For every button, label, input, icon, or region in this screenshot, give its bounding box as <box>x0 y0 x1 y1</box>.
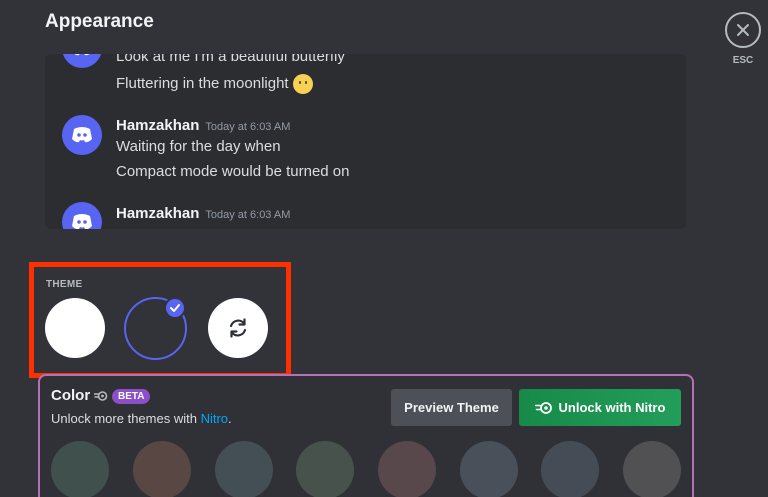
check-icon <box>164 297 186 319</box>
sync-icon <box>229 318 247 338</box>
discord-logo-icon <box>72 127 92 143</box>
message-header: Hamzakhan Today at 6:03 AM <box>116 205 290 223</box>
preview-theme-button[interactable]: Preview Theme <box>391 389 512 426</box>
close-button[interactable] <box>725 12 761 48</box>
color-subtitle-suffix: . <box>228 411 232 426</box>
message-line: Compact mode would be turned on <box>116 163 350 180</box>
color-swatch[interactable] <box>215 441 273 497</box>
author-name: Hamzakhan <box>116 117 200 134</box>
color-swatch[interactable] <box>460 441 518 497</box>
esc-label: ESC <box>732 55 754 66</box>
message-line: Waiting for the day when <box>116 138 281 155</box>
message-preview: Look at me I'm a beautiful butterfly Flu… <box>45 54 686 229</box>
smile-emoji-icon <box>292 74 313 94</box>
theme-light-option[interactable] <box>45 298 105 358</box>
unlock-button-label: Unlock with Nitro <box>558 400 666 415</box>
unlock-with-nitro-button[interactable]: Unlock with Nitro <box>519 389 681 426</box>
message-line-with-emoji: Fluttering in the moonlight <box>116 74 313 94</box>
nitro-icon <box>534 401 552 414</box>
nitro-link[interactable]: Nitro <box>201 411 228 426</box>
close-icon <box>737 24 749 36</box>
color-swatch[interactable] <box>51 441 109 497</box>
message-text: Fluttering in the moonlight <box>116 74 289 92</box>
color-swatch[interactable] <box>541 441 599 497</box>
color-swatch[interactable] <box>133 441 191 497</box>
color-swatch[interactable] <box>623 441 681 497</box>
message-timestamp: Today at 6:03 AM <box>205 121 291 133</box>
avatar <box>62 54 102 68</box>
message-timestamp: Today at 6:03 AM <box>205 209 291 221</box>
color-subtitle-text: Unlock more themes with <box>51 411 201 426</box>
beta-badge: BETA <box>112 389 151 404</box>
message-line: Look at me I'm a beautiful butterfly <box>116 54 345 65</box>
theme-sync-option[interactable] <box>208 298 268 358</box>
color-title: Color <box>51 387 91 404</box>
avatar <box>62 115 102 155</box>
color-subtitle: Unlock more themes with Nitro. <box>51 411 232 426</box>
avatar <box>62 202 102 229</box>
color-swatch[interactable] <box>378 441 436 497</box>
discord-logo-icon <box>74 54 90 56</box>
color-heading: Color <box>51 387 108 404</box>
color-swatch[interactable] <box>296 441 354 497</box>
theme-label: THEME <box>46 279 83 290</box>
nitro-icon <box>94 390 108 401</box>
page-title: Appearance <box>45 11 154 32</box>
message-header: Hamzakhan Today at 6:03 AM <box>116 117 290 135</box>
discord-logo-icon <box>72 214 92 229</box>
author-name: Hamzakhan <box>116 205 200 222</box>
